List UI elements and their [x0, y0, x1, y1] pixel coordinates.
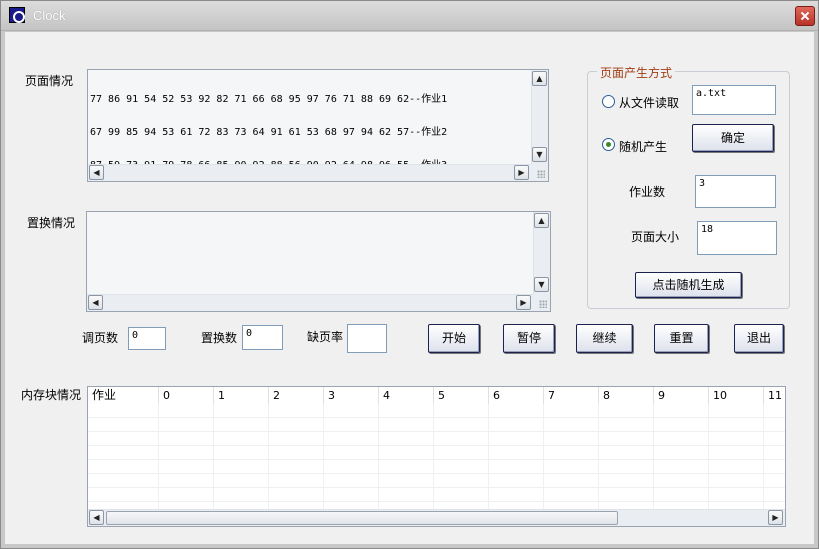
resize-grip-icon[interactable]	[531, 164, 548, 181]
column-header-0[interactable]: 0	[159, 387, 214, 404]
scroll-down-icon[interactable]: ▼	[534, 277, 549, 292]
random-generate-button[interactable]: 点击随机生成	[635, 272, 742, 298]
grid-divider	[433, 404, 434, 510]
scroll-up-icon[interactable]: ▲	[532, 71, 547, 86]
memory-grid-header: 作业 0 1 2 3 4 5 6 7 8 9 10 11	[88, 387, 785, 404]
grid-divider	[323, 404, 324, 510]
confirm-button[interactable]: 确定	[692, 124, 774, 152]
column-header-1[interactable]: 1	[214, 387, 269, 404]
title-bar[interactable]: Clock	[1, 1, 818, 31]
resume-button[interactable]: 继续	[576, 324, 633, 353]
radio-from-file[interactable]	[602, 95, 615, 108]
scroll-right-icon[interactable]: ▶	[516, 295, 531, 310]
pause-button-label: 暂停	[516, 331, 541, 345]
column-header-4[interactable]: 4	[379, 387, 434, 404]
close-button[interactable]	[795, 6, 815, 26]
job-count-input[interactable]: 3	[695, 175, 776, 208]
grid-divider	[653, 404, 654, 510]
grid-divider	[708, 404, 709, 510]
scroll-left-icon[interactable]: ◀	[89, 165, 104, 180]
page-calls-label: 调页数	[82, 331, 119, 345]
page-info-textarea[interactable]: 77 86 91 54 52 53 92 82 71 66 68 95 97 7…	[87, 69, 549, 182]
file-name-input[interactable]: a.txt	[692, 85, 776, 115]
column-header-3[interactable]: 3	[324, 387, 379, 404]
scroll-left-icon[interactable]: ◀	[88, 295, 103, 310]
page-line-1: 77 86 91 54 52 53 92 82 71 66 68 95 97 7…	[90, 94, 448, 105]
from-file-label[interactable]: 从文件读取	[619, 94, 679, 111]
replacements-label: 置换数	[201, 331, 238, 345]
memory-label: 内存块情况	[21, 388, 82, 402]
resize-grip-icon[interactable]	[533, 294, 550, 311]
page-info-label: 页面情况	[25, 74, 74, 88]
resume-button-label: 继续	[592, 331, 617, 345]
exit-button-label: 退出	[746, 331, 771, 345]
grid-divider	[158, 404, 159, 510]
fault-rate-input[interactable]	[347, 324, 387, 353]
exit-button[interactable]: 退出	[734, 324, 784, 353]
confirm-button-label: 确定	[720, 131, 745, 145]
scroll-thumb[interactable]	[106, 511, 618, 525]
replace-info-vscroll[interactable]: ▲ ▼	[533, 212, 550, 294]
reset-button-label: 重置	[669, 331, 694, 345]
page-calls-input[interactable]: 0	[128, 327, 166, 350]
grid-divider	[763, 404, 764, 510]
grid-divider	[378, 404, 379, 510]
scroll-right-icon[interactable]: ▶	[514, 165, 529, 180]
column-header-job[interactable]: 作业	[88, 387, 159, 404]
generation-group-title: 页面产生方式	[597, 64, 676, 81]
pause-button[interactable]: 暂停	[503, 324, 555, 353]
start-button-label: 开始	[441, 331, 466, 345]
page-size-input[interactable]: 18	[697, 221, 777, 255]
fault-rate-label: 缺页率	[307, 330, 344, 344]
page-info-hscroll[interactable]: ◀ ▶	[88, 164, 531, 181]
reset-button[interactable]: 重置	[654, 324, 709, 353]
scroll-left-icon[interactable]: ◀	[89, 510, 104, 525]
column-header-8[interactable]: 8	[599, 387, 654, 404]
scroll-up-icon[interactable]: ▲	[534, 213, 549, 228]
memory-grid-body	[88, 404, 785, 510]
grid-divider	[543, 404, 544, 510]
column-header-10[interactable]: 10	[709, 387, 764, 404]
window-title: Clock	[33, 8, 66, 23]
job-count-label: 作业数	[629, 185, 666, 199]
page-info-vscroll[interactable]: ▲ ▼	[531, 70, 548, 164]
client-area: 页面情况 77 86 91 54 52 53 92 82 71 66 68 95…	[5, 32, 814, 544]
column-header-7[interactable]: 7	[544, 387, 599, 404]
column-header-6[interactable]: 6	[489, 387, 544, 404]
replace-info-textarea[interactable]: ▲ ▼ ◀ ▶	[86, 211, 551, 312]
replacements-input[interactable]: 0	[242, 325, 283, 350]
column-header-2[interactable]: 2	[269, 387, 324, 404]
page-line-2: 67 99 85 94 53 61 72 83 73 64 91 61 53 6…	[90, 127, 448, 138]
column-header-11[interactable]: 11	[764, 387, 785, 404]
scroll-down-icon[interactable]: ▼	[532, 147, 547, 162]
scroll-right-icon[interactable]: ▶	[768, 510, 783, 525]
random-label[interactable]: 随机产生	[619, 138, 667, 155]
random-generate-button-label: 点击随机生成	[652, 278, 725, 292]
grid-divider	[213, 404, 214, 510]
replace-info-hscroll[interactable]: ◀ ▶	[87, 294, 533, 311]
grid-divider	[268, 404, 269, 510]
grid-divider	[598, 404, 599, 510]
grid-divider	[488, 404, 489, 510]
page-size-label: 页面大小	[631, 230, 680, 244]
start-button[interactable]: 开始	[428, 324, 480, 353]
radio-random[interactable]	[602, 138, 615, 151]
memory-grid[interactable]: 作业 0 1 2 3 4 5 6 7 8 9 10 11 ◀ ▶	[87, 386, 786, 527]
column-header-5[interactable]: 5	[434, 387, 489, 404]
replace-info-label: 置换情况	[27, 216, 76, 230]
app-icon	[9, 7, 25, 23]
column-header-9[interactable]: 9	[654, 387, 709, 404]
memory-grid-hscroll[interactable]: ◀ ▶	[88, 509, 785, 526]
main-window: Clock 页面情况 77 86 91 54 52 53 92 82 71 66…	[0, 0, 819, 549]
